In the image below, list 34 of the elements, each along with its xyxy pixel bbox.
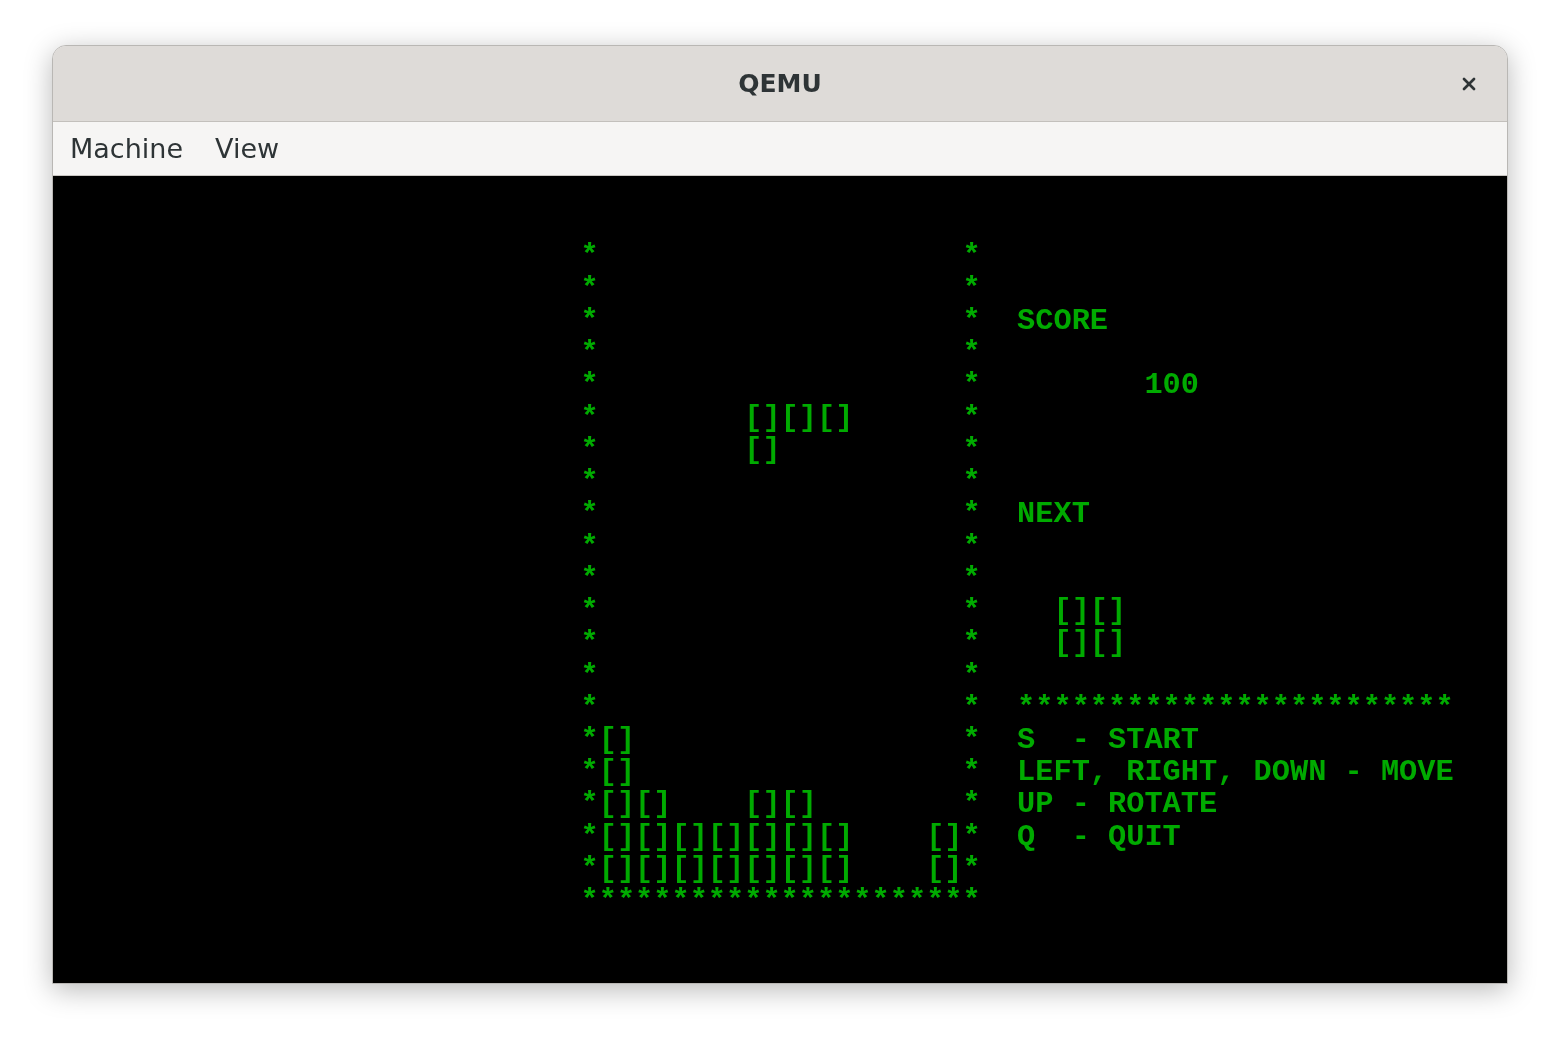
board-row: * * <box>580 659 981 692</box>
board-row: *[][][][][][][] []* <box>580 820 981 853</box>
board-floor: ********************** <box>580 885 981 918</box>
board-row: * * <box>580 337 981 370</box>
board-row: * * <box>580 530 981 563</box>
score-label: SCORE <box>1017 304 1109 338</box>
board-row: * * <box>580 595 981 628</box>
menu-item[interactable]: Machine <box>62 126 192 171</box>
next-piece-row: [][] <box>1053 627 1127 660</box>
board-row: * * <box>580 272 981 305</box>
board-row: *[] * <box>580 756 981 789</box>
board-row: * [] * <box>580 433 981 467</box>
board-row: * * <box>580 562 981 596</box>
board-row: * [][][] * <box>580 401 981 434</box>
board-row: * * <box>580 240 981 273</box>
help-text: S - START <box>1017 724 1199 757</box>
next-piece-row: [][] <box>1053 595 1127 628</box>
board-row: * * <box>580 691 981 724</box>
help-text: UP - ROTATE <box>1017 788 1218 821</box>
board-row: *[][][][][][][] []* <box>580 852 981 886</box>
board-row: * * <box>580 304 981 338</box>
board-row: * * <box>580 498 981 531</box>
board-row: * * <box>580 369 981 402</box>
board-row: *[] * <box>580 724 981 757</box>
score-value: 100 <box>1144 369 1199 402</box>
board-row: * * <box>580 627 981 660</box>
next-label: NEXT <box>1017 498 1090 531</box>
help-text: Q - QUIT <box>1017 820 1181 853</box>
asterisk-divider: ************************ <box>1017 691 1454 724</box>
window-title: QEMU <box>738 67 822 100</box>
menu-item[interactable]: View <box>207 126 288 171</box>
help-text: LEFT, RIGHT, DOWN - MOVE <box>1017 756 1454 789</box>
board-row: *[][] [][] * <box>580 788 981 821</box>
board-row: * * <box>580 466 981 499</box>
